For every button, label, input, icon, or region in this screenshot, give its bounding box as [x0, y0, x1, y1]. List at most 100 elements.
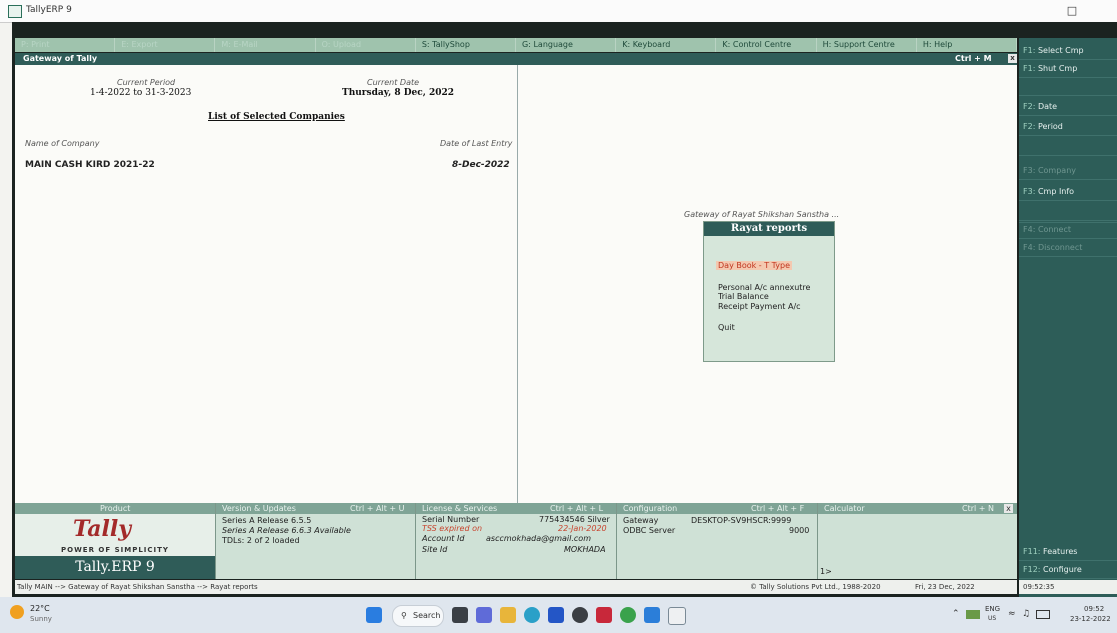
tally-taskbar-icon[interactable] — [668, 607, 686, 625]
gateway-shortcut: Ctrl + M — [955, 54, 992, 63]
network-weather-icon[interactable] — [966, 610, 980, 619]
weather-temperature[interactable]: 22°C — [30, 604, 50, 613]
edge-browser-icon[interactable] — [524, 607, 540, 623]
menu-control-centre[interactable]: K: Control Centre — [716, 38, 817, 52]
language-indicator[interactable]: ENG — [985, 605, 1000, 613]
task-view-icon[interactable] — [452, 607, 468, 623]
account-id-value: asccmokhada@gmail.com — [486, 534, 591, 543]
menu-item-quit[interactable]: Quit — [718, 323, 735, 332]
company-info-panel: Current Period 1-4-2022 to 31-3-2023 Cur… — [15, 65, 518, 503]
serial-number-value: 775434546 Silver — [539, 515, 610, 524]
weather-sun-icon[interactable] — [10, 605, 24, 619]
clock-time[interactable]: 09:52 — [1084, 605, 1104, 613]
select-company-button[interactable]: F1: Select Cmp — [1019, 42, 1117, 60]
configure-button[interactable]: F12: Configure — [1019, 561, 1117, 579]
account-id-label: Account Id — [422, 534, 465, 543]
features-button[interactable]: F11: Features — [1019, 543, 1117, 561]
taskbar-search[interactable]: ⚲ Search — [392, 605, 444, 627]
chevron-up-icon[interactable]: ⌃ — [952, 609, 960, 619]
company-button[interactable]: F3: Company — [1019, 162, 1117, 180]
chrome-icon[interactable] — [620, 607, 636, 623]
btn-label: Connect — [1037, 225, 1072, 234]
gateway-value: DESKTOP-SV9HSCR:9999 — [691, 516, 792, 525]
key-f1: F1: — [1023, 64, 1036, 73]
mcafee-icon[interactable] — [596, 607, 612, 623]
shut-company-button[interactable]: F1: Shut Cmp — [1019, 60, 1117, 78]
company-info-button[interactable]: F3: Cmp Info — [1019, 183, 1117, 201]
version-section[interactable]: Version & Updates Ctrl + Alt + U Series A… — [216, 503, 416, 579]
version-shortcut: Ctrl + Alt + U — [350, 504, 405, 513]
status-date: Fri, 23 Dec, 2022 — [915, 583, 975, 591]
calculator-prompt[interactable]: 1> — [820, 567, 832, 576]
btn-label: Select Cmp — [1037, 46, 1084, 55]
product-header: Product — [15, 503, 215, 514]
current-period-value[interactable]: 1-4-2022 to 31-3-2023 — [90, 88, 191, 98]
btn-label: Date — [1037, 102, 1058, 111]
info-panel: Product Tally POWER OF SIMPLICITY Tally.… — [15, 503, 1017, 579]
license-section[interactable]: License & Services Ctrl + Alt + L Serial … — [416, 503, 617, 579]
calculator-close-icon[interactable]: x — [1004, 504, 1013, 513]
menu-tallyshop[interactable]: S: TallyShop — [416, 38, 517, 52]
windows-taskbar: 22°C Sunny ⚲ Search ⌃ ENG US ≈ ♫ 09:52 2… — [0, 597, 1117, 633]
function-key-panel: F1: Select Cmp F1: Shut Cmp F2: Date F2:… — [1019, 38, 1117, 597]
menu-item-trial-balance[interactable]: Trial Balance — [718, 292, 769, 301]
menu-item-receipt-payment[interactable]: Receipt Payment A/c — [718, 302, 801, 311]
popup-breadcrumb: Gateway of Rayat Shikshan Sanstha ... — [684, 210, 840, 219]
mail-app-icon[interactable] — [644, 607, 660, 623]
menu-support-centre[interactable]: H: Support Centre — [817, 38, 917, 52]
clock-date[interactable]: 23-12-2022 — [1070, 615, 1111, 623]
key-f4: F4: — [1023, 225, 1036, 234]
current-date-value[interactable]: Thursday, 8 Dec, 2022 — [342, 88, 454, 98]
date-of-last-entry-label: Date of Last Entry — [440, 139, 513, 148]
menu-export[interactable]: E: Export — [115, 38, 216, 52]
menu-email[interactable]: M: E-Mail — [215, 38, 316, 52]
configuration-section[interactable]: Configuration Ctrl + Alt + F Gateway DESK… — [617, 503, 818, 579]
key-f12: F12: — [1023, 565, 1041, 574]
name-of-company-label: Name of Company — [25, 139, 100, 148]
btn-label: Features — [1043, 547, 1078, 556]
btn-label: Shut Cmp — [1037, 64, 1078, 73]
battery-icon[interactable] — [1036, 610, 1050, 619]
gateway-close-icon[interactable]: x — [1008, 54, 1017, 63]
configuration-header: Configuration Ctrl + Alt + F — [617, 503, 817, 514]
menu-item-day-book[interactable]: Day Book - T Type — [716, 261, 793, 270]
tagline: POWER OF SIMPLICITY — [61, 546, 169, 554]
date-button[interactable]: F2: Date — [1019, 98, 1117, 116]
maximize-button[interactable]: □ — [1060, 2, 1084, 20]
menu-keyboard[interactable]: K: Keyboard — [616, 38, 717, 52]
rayat-reports-title: Rayat reports — [704, 222, 834, 236]
windows-start-icon[interactable] — [366, 607, 382, 623]
btn-label: Disconnect — [1037, 243, 1083, 252]
status-bar: Tally MAIN --> Gateway of Rayat Shikshan… — [15, 580, 1017, 594]
wifi-icon[interactable]: ≈ — [1008, 609, 1016, 619]
current-date-label: Current Date — [367, 78, 420, 87]
license-header: License & Services Ctrl + Alt + L — [416, 503, 616, 514]
connect-button[interactable]: F4: Connect — [1019, 221, 1117, 239]
tally-app-icon — [8, 5, 22, 18]
menu-upload[interactable]: O: Upload — [316, 38, 416, 52]
dell-icon[interactable] — [572, 607, 588, 623]
tdl-status: TDLs: 2 of 2 loaded — [222, 536, 300, 545]
configuration-header-label: Configuration — [623, 504, 678, 513]
menu-item-personal-annexure[interactable]: Personal A/c annexutre — [718, 283, 810, 292]
key-f1: F1: — [1023, 46, 1036, 55]
chat-icon[interactable] — [476, 607, 492, 623]
current-period-label: Current Period — [117, 78, 176, 87]
calculator-section[interactable]: Calculator Ctrl + N x 1> — [818, 503, 1017, 579]
period-button[interactable]: F2: Period — [1019, 118, 1117, 136]
menu-print[interactable]: P: Print — [15, 38, 116, 52]
key-f2: F2: — [1023, 122, 1036, 131]
calculator-header: Calculator Ctrl + N x — [818, 503, 1017, 514]
product-section: Product Tally POWER OF SIMPLICITY Tally.… — [15, 503, 216, 579]
company-name[interactable]: MAIN CASH KIRD 2021-22 — [25, 160, 155, 170]
menu-help[interactable]: H: Help — [917, 38, 1018, 52]
tss-value: 22-Jan-2020 — [558, 524, 607, 533]
calculator-header-label: Calculator — [824, 504, 865, 513]
file-explorer-icon[interactable] — [500, 607, 516, 623]
disconnect-button[interactable]: F4: Disconnect — [1019, 239, 1117, 257]
menu-language[interactable]: G: Language — [516, 38, 617, 52]
version-header: Version & Updates Ctrl + Alt + U — [216, 503, 415, 514]
volume-icon[interactable]: ♫ — [1022, 609, 1030, 619]
store-icon[interactable] — [548, 607, 564, 623]
odbc-value: 9000 — [789, 526, 810, 535]
